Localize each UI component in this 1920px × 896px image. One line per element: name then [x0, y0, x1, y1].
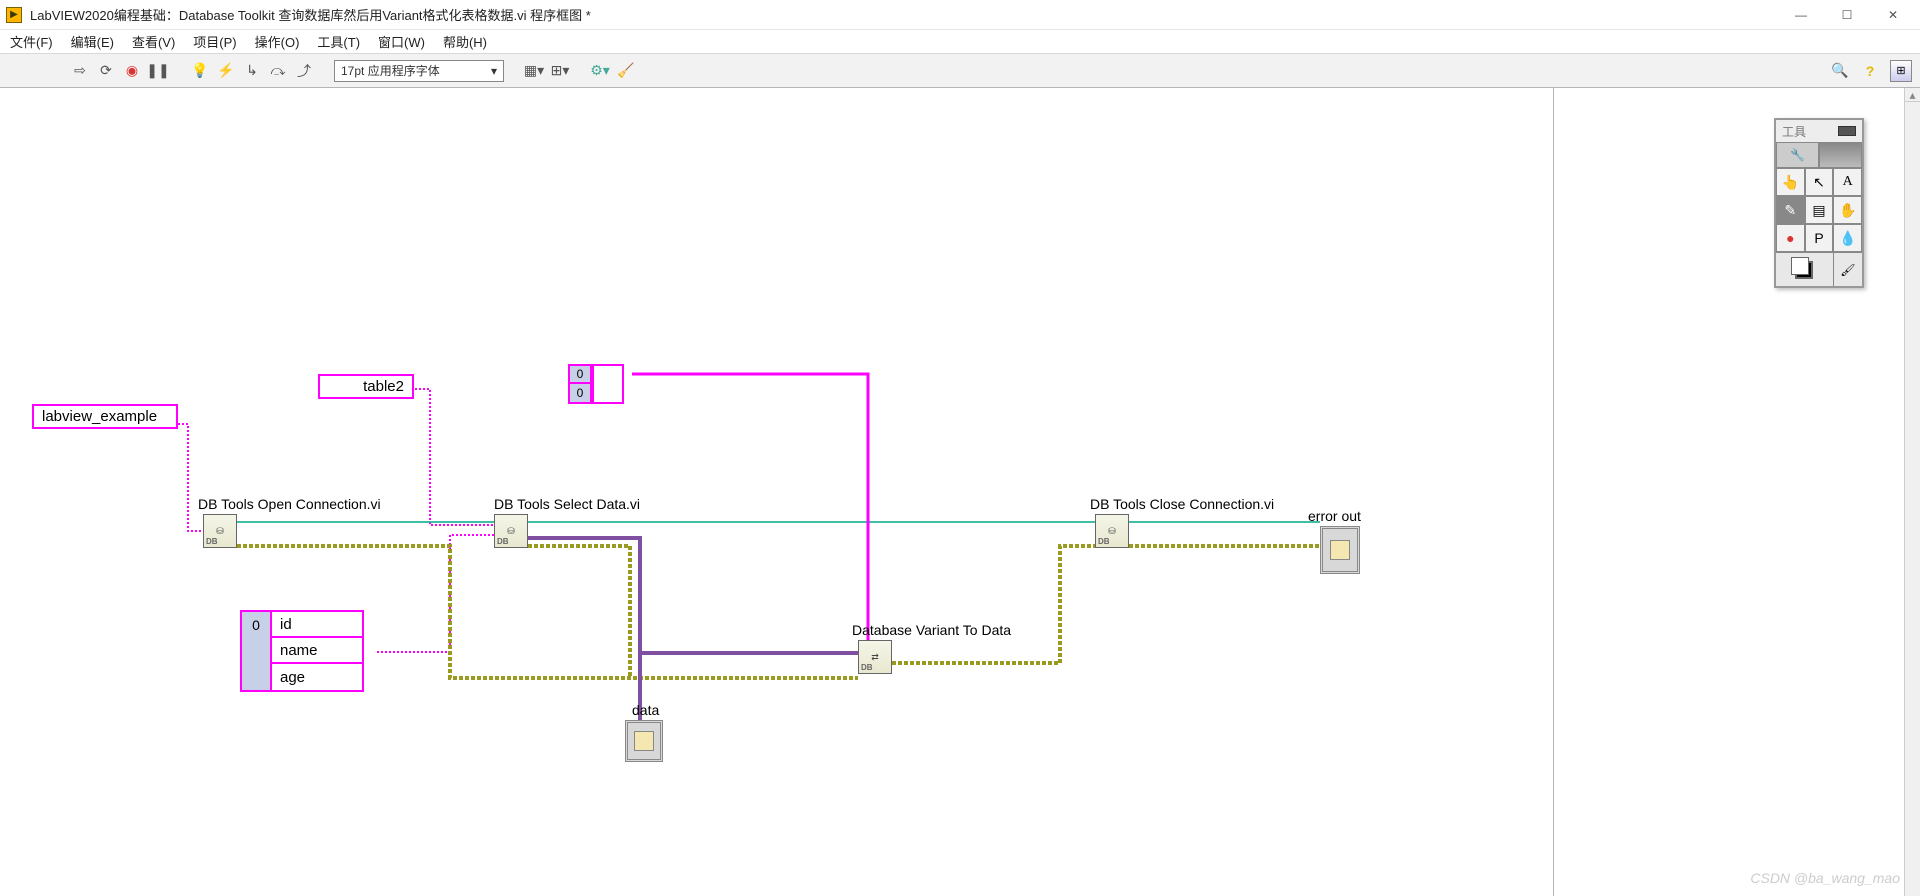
- window-titlebar: LabVIEW2020编程基础：Database Toolkit 查询数据库然后…: [0, 0, 1920, 30]
- column-item-1[interactable]: name: [272, 638, 362, 664]
- menu-edit[interactable]: 编辑(E): [71, 32, 114, 51]
- label-data: data: [632, 702, 659, 718]
- step-into-button[interactable]: ↳: [242, 61, 262, 81]
- toolbar: ⇨ ⟳ ◉ ❚❚ 💡 ⚡ ↳ ⤼ ⤴ 17pt 应用程序字体 ▾ ▦▾ ⊞▾ ⚙…: [0, 54, 1920, 88]
- cleanup-button[interactable]: 🧹: [616, 61, 636, 81]
- menubar: 文件(F) 编辑(E) 查看(V) 项目(P) 操作(O) 工具(T) 窗口(W…: [0, 30, 1920, 54]
- tool-operate-icon[interactable]: 👆: [1776, 168, 1805, 196]
- label-open-conn: DB Tools Open Connection.vi: [198, 496, 381, 512]
- tool-text-icon[interactable]: A: [1833, 168, 1862, 196]
- string-value: labview_example: [42, 408, 157, 425]
- menu-operate[interactable]: 操作(O): [255, 32, 300, 51]
- tool-arrow-icon[interactable]: ↖: [1805, 168, 1834, 196]
- label-close-conn: DB Tools Close Connection.vi: [1090, 496, 1274, 512]
- wires: [0, 88, 1554, 896]
- menu-project[interactable]: 项目(P): [193, 32, 236, 51]
- column-item-2[interactable]: age: [272, 664, 362, 690]
- menu-help[interactable]: 帮助(H): [443, 32, 487, 51]
- array-constant-2d[interactable]: 0 0: [568, 364, 624, 404]
- menu-view[interactable]: 查看(V): [132, 32, 175, 51]
- vertical-scrollbar[interactable]: ▴: [1904, 88, 1920, 896]
- window-title: LabVIEW2020编程基础：Database Toolkit 查询数据库然后…: [30, 5, 1778, 24]
- label-variant-to-data: Database Variant To Data: [852, 622, 1011, 638]
- search-icon[interactable]: 🔍: [1830, 61, 1850, 81]
- indicator-error-out[interactable]: [1320, 526, 1360, 574]
- font-selector[interactable]: 17pt 应用程序字体 ▾: [334, 60, 504, 82]
- tools-palette-titlebar[interactable]: 工具: [1776, 120, 1862, 142]
- tool-menu-icon[interactable]: ▤: [1805, 196, 1834, 224]
- tools-title-text: 工具: [1782, 123, 1806, 140]
- menu-file[interactable]: 文件(F): [10, 32, 53, 51]
- run-continuously-button[interactable]: ⟳: [96, 61, 116, 81]
- distribute-button[interactable]: ⊞▾: [550, 61, 570, 81]
- tool-breakpoint-icon[interactable]: ●: [1776, 224, 1805, 252]
- font-label: 17pt 应用程序字体: [341, 62, 440, 79]
- array-index[interactable]: 0: [242, 612, 270, 638]
- tool-auto-icon[interactable]: [1819, 142, 1862, 168]
- array-constant-columns[interactable]: 0 id name age: [240, 610, 364, 692]
- array-index-1[interactable]: 0: [570, 384, 590, 402]
- retain-wire-button[interactable]: ⚡: [216, 61, 236, 81]
- vi-node-close-connection[interactable]: ⛁: [1095, 514, 1129, 548]
- app-icon: [6, 7, 22, 23]
- vi-node-select-data[interactable]: ⛁: [494, 514, 528, 548]
- highlight-exec-button[interactable]: 💡: [190, 61, 210, 81]
- string-constant-table[interactable]: table2: [318, 374, 414, 399]
- array-index-0[interactable]: 0: [570, 366, 590, 384]
- pause-button[interactable]: ❚❚: [148, 61, 168, 81]
- tool-probe-icon[interactable]: P: [1805, 224, 1834, 252]
- step-over-button[interactable]: ⤼: [268, 61, 288, 81]
- step-out-button[interactable]: ⤴: [294, 61, 314, 81]
- string-value: table2: [363, 378, 404, 395]
- menu-window[interactable]: 窗口(W): [378, 32, 425, 51]
- indicator-data[interactable]: [625, 720, 663, 762]
- tool-brush-icon[interactable]: 🖌: [1833, 253, 1862, 286]
- watermark: CSDN @ba_wang_mao: [1750, 870, 1900, 886]
- string-constant-dsn[interactable]: labview_example: [32, 404, 178, 429]
- close-button[interactable]: ✕: [1870, 1, 1916, 29]
- tool-wrench-icon[interactable]: 🔧: [1776, 142, 1819, 168]
- label-select-data: DB Tools Select Data.vi: [494, 496, 640, 512]
- tools-palette[interactable]: 工具 🔧 👆 ↖ A ✎ ▤ ✋ ● P 💧 🖌: [1774, 118, 1864, 288]
- abort-button[interactable]: ◉: [122, 61, 142, 81]
- tools-led-icon: [1838, 126, 1856, 136]
- chevron-down-icon: ▾: [491, 64, 497, 78]
- tool-color-copy-icon[interactable]: 💧: [1833, 224, 1862, 252]
- reorder-button[interactable]: ⚙▾: [590, 61, 610, 81]
- vi-node-open-connection[interactable]: ⛁: [203, 514, 237, 548]
- tool-color-swatch[interactable]: [1776, 253, 1833, 286]
- block-diagram-canvas[interactable]: labview_example table2 0 0 0 id name age…: [0, 88, 1554, 896]
- tool-scroll-icon[interactable]: ✋: [1833, 196, 1862, 224]
- column-item-0[interactable]: id: [272, 612, 362, 638]
- menu-tools[interactable]: 工具(T): [317, 32, 360, 51]
- vi-node-variant-to-data[interactable]: ⇄: [858, 640, 892, 674]
- maximize-button[interactable]: ☐: [1824, 1, 1870, 29]
- minimize-button[interactable]: —: [1778, 1, 1824, 29]
- run-button[interactable]: ⇨: [70, 61, 90, 81]
- align-button[interactable]: ▦▾: [524, 61, 544, 81]
- label-error-out: error out: [1308, 508, 1361, 524]
- vi-icon[interactable]: ⊞: [1890, 60, 1912, 82]
- help-icon[interactable]: ?: [1860, 61, 1880, 81]
- tool-wire-icon[interactable]: ✎: [1776, 196, 1805, 224]
